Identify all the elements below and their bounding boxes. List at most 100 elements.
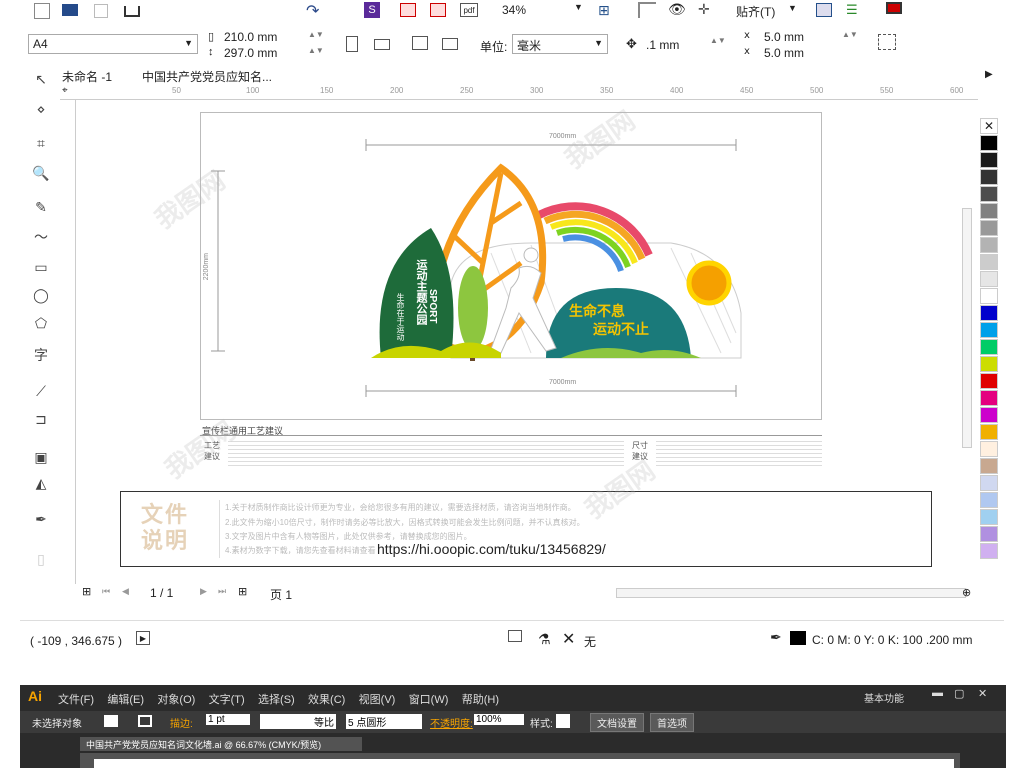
stroke-weight-field[interactable]: 1 pt [206,714,250,725]
crop-tool-icon[interactable]: ⌗ [30,132,52,154]
zoom-dropdown-icon[interactable]: ▼ [574,2,583,12]
fill-swatch[interactable] [104,715,118,727]
ruler-origin-icon[interactable]: ⌖ [62,85,68,96]
import-icon[interactable] [400,3,416,17]
play-icon[interactable]: ▶ [136,631,150,645]
page-height-field[interactable]: 297.0 mm [224,46,277,60]
menu-effect[interactable]: 效果(C) [308,694,345,706]
shape-tool-icon[interactable]: ⋄ [30,98,52,120]
tab-party-member[interactable]: 中国共产党党员应知名... [142,68,272,85]
color-swatch[interactable] [980,356,998,372]
page-width-field[interactable]: 210.0 mm [224,30,277,44]
save-icon[interactable] [94,4,108,18]
color-swatch[interactable] [980,475,998,491]
color-swatch[interactable] [980,220,998,236]
no-color-swatch[interactable]: ✕ [980,118,998,134]
treat-as-filled-icon[interactable] [878,34,896,50]
export-icon[interactable] [430,3,446,17]
horizontal-ruler[interactable]: ⌖ 50 100 150 200 250 300 350 400 450 500… [60,84,978,100]
app-launcher-icon[interactable]: ☰ [846,2,858,18]
ai-artboard-area[interactable] [80,753,960,769]
freehand-tool-icon[interactable]: ✎ [30,196,52,218]
snapshot-icon[interactable] [508,630,522,642]
color-swatch[interactable] [980,526,998,542]
duplicate-x-field[interactable]: 5.0 mm [764,30,804,44]
menu-window[interactable]: 窗口(W) [409,694,449,706]
rectangle-tool-icon[interactable]: ▭ [30,256,52,278]
design-page[interactable]: 7000mm 7000mm 2200mm 运动主题公园 生命在于运动 SPORT… [200,112,822,420]
zoom-tool-icon[interactable]: 🔍 [30,162,52,184]
color-swatch[interactable] [980,373,998,389]
size-spinner-icon[interactable]: ▲▼ [308,30,324,39]
size-spinner2-icon[interactable]: ▲▼ [308,46,324,55]
ai-document-tab[interactable]: 中国共产党党员应知名词文化墙.ai @ 66.67% (CMYK/预览) [80,737,362,751]
landscape-icon[interactable] [374,39,390,50]
fill-tool-icon[interactable]: ▯ [30,548,52,570]
maximize-icon[interactable]: ▢ [954,687,964,700]
preferences-button[interactable]: 首选项 [650,713,694,732]
redo-icon[interactable]: ↷ [306,1,319,21]
menu-type[interactable]: 文字(T) [209,694,245,706]
view-icon[interactable]: 👁 [668,1,686,18]
color-swatch[interactable] [980,424,998,440]
corel-search-icon[interactable]: S [364,2,380,18]
prev-page-icon[interactable]: ◀ [122,586,129,597]
duplicate-y-field[interactable]: 5.0 mm [764,46,804,60]
color-swatch[interactable] [980,288,998,304]
color-swatch[interactable] [980,152,998,168]
color-swatch[interactable] [980,135,998,151]
dup-spinner-icon[interactable]: ▲▼ [842,30,858,39]
last-page-icon[interactable]: ⏭ [218,586,226,597]
pick-tool-icon[interactable]: ↖ [30,68,52,90]
next-page-icon[interactable]: ▶ [200,586,207,597]
color-swatch[interactable] [980,271,998,287]
color-swatch[interactable] [980,390,998,406]
tab-untitled[interactable]: 未命名 -1 [62,68,112,85]
snap-to-button[interactable]: 贴齐(T) [736,3,775,20]
menu-help[interactable]: 帮助(H) [462,694,499,706]
vertical-ruler[interactable] [60,100,76,584]
page-size-select[interactable]: A4 ▼ [28,34,198,54]
minimize-icon[interactable]: ▬ [932,687,943,699]
units-select[interactable]: 毫米 ▼ [512,34,608,54]
brush-select[interactable]: 5 点圆形 [346,714,422,729]
current-page-icon[interactable] [442,38,458,50]
color-swatch[interactable] [980,407,998,423]
zoom-to-page-icon[interactable]: ⊕ [962,586,971,599]
page-tab[interactable]: 页 1 [270,586,292,603]
color-swatch[interactable] [980,458,998,474]
add-page-before-icon[interactable]: ⊞ [82,585,91,598]
welcome-screen-icon[interactable] [886,2,902,14]
color-swatch[interactable] [980,441,998,457]
stroke-swatch[interactable] [138,715,152,727]
publish-pdf-icon[interactable]: pdf [460,3,478,17]
document-setup-button[interactable]: 文档设置 [590,713,644,732]
close-icon[interactable]: ✕ [978,687,987,700]
color-swatch[interactable] [980,339,998,355]
menu-edit[interactable]: 编辑(E) [107,694,144,706]
color-swatch[interactable] [980,492,998,508]
color-swatch[interactable] [980,322,998,338]
color-swatch[interactable] [980,509,998,525]
style-swatch[interactable] [556,714,570,728]
menu-file[interactable]: 文件(F) [58,694,94,706]
print-icon[interactable] [124,6,140,17]
snap-dropdown-icon[interactable]: ▼ [788,3,797,13]
culture-wall-artwork[interactable] [201,113,823,421]
rulers-icon[interactable] [638,2,656,18]
nudge-field[interactable]: .1 mm [646,38,679,52]
menu-object[interactable]: 对象(O) [157,694,195,706]
vertical-scrollbar[interactable] [962,208,972,448]
menu-view[interactable]: 视图(V) [359,694,396,706]
first-page-icon[interactable]: ⏮ [102,586,110,597]
color-swatch[interactable] [980,237,998,253]
eyedropper-tool-icon[interactable]: ✒ [30,508,52,530]
connector-tool-icon[interactable]: ⊐ [30,408,52,430]
color-swatch[interactable] [980,543,998,559]
line-profile-select[interactable]: 等比 [260,714,336,729]
workspace-switcher[interactable]: 基本功能 [864,690,904,705]
menu-select[interactable]: 选择(S) [258,694,295,706]
portrait-icon[interactable] [346,36,358,52]
artistic-media-icon[interactable]: 〜 [30,226,52,248]
full-screen-icon[interactable]: ⊞ [598,2,610,19]
